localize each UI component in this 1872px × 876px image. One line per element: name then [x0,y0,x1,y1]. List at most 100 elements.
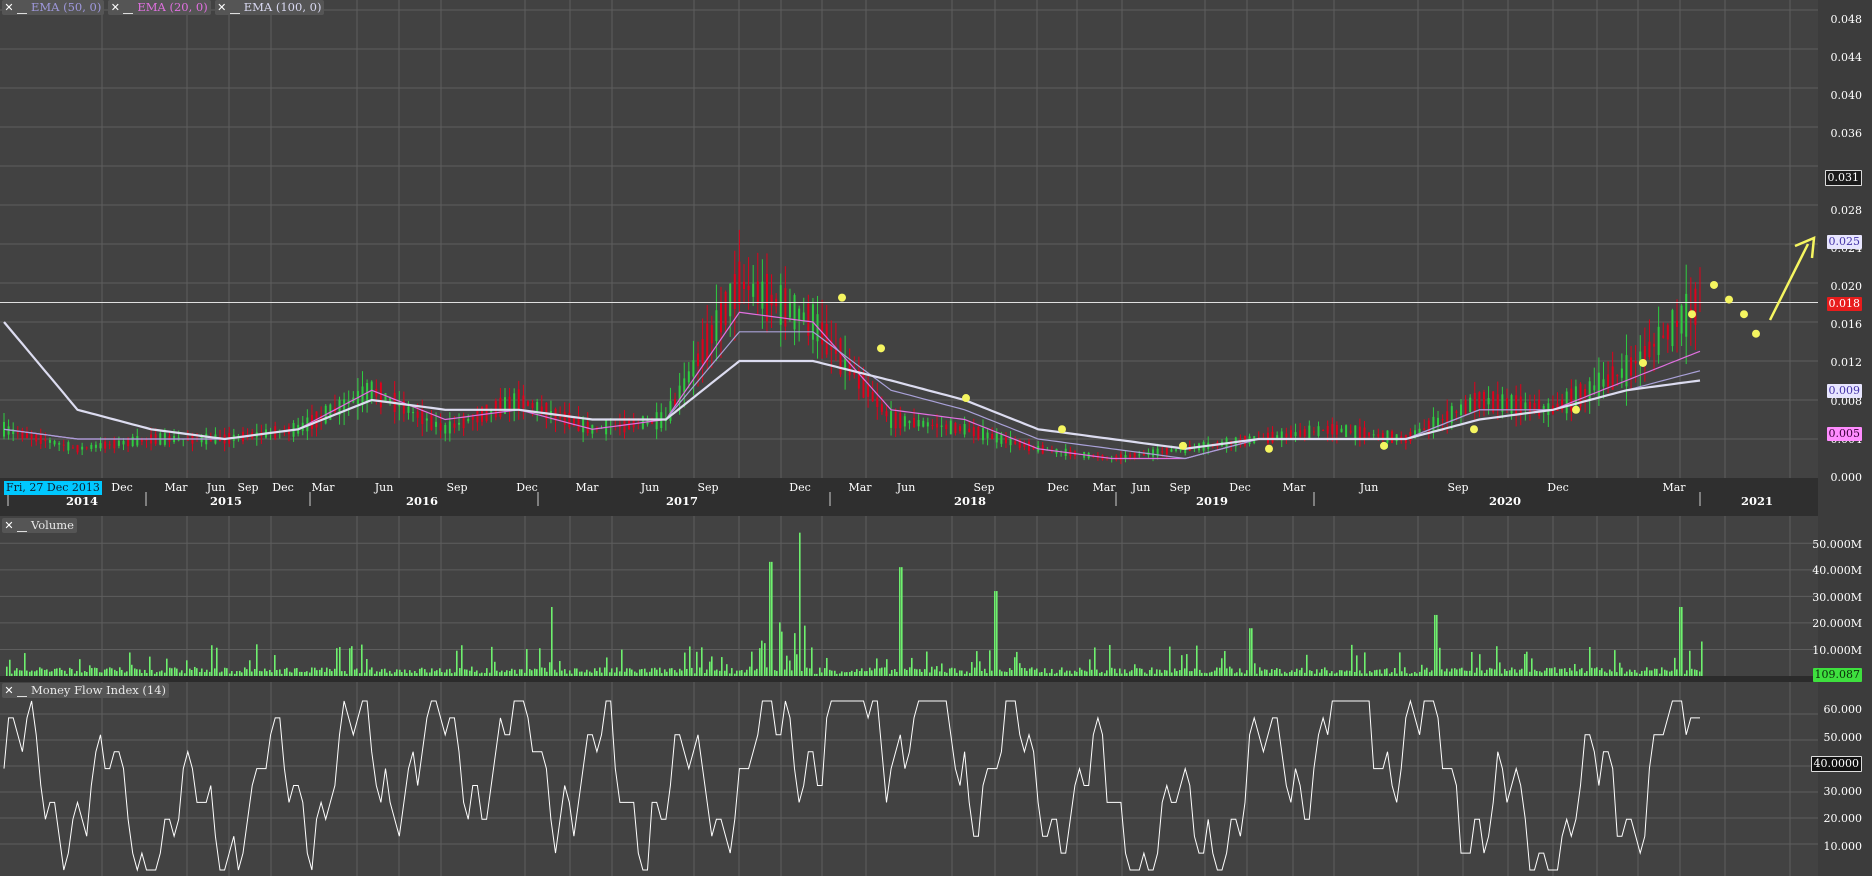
volume-bar [1446,668,1448,676]
volume-bar [246,669,248,676]
volume-bar [1336,672,1338,676]
candle-body [1312,431,1315,433]
volume-bar [49,671,51,676]
volume-bar [701,647,703,676]
volume-bar [146,672,148,676]
year-label: 2017 [666,494,698,508]
candle-body [1694,288,1697,325]
volume-bar [61,669,63,676]
annotation-dot [1265,444,1273,453]
price-tick: 0.044 [1830,51,1863,64]
volume-bar [576,668,578,676]
annotation-dot [1752,329,1760,338]
candle-body [582,418,585,433]
close-icon[interactable]: ✕ [216,1,228,14]
volume-bar [1576,671,1578,676]
volume-bar [284,668,286,676]
legend-mfi[interactable]: ✕ Money Flow Index (14) [2,683,170,698]
volume-bar [1054,673,1056,676]
volume-bar [796,654,798,676]
volume-bar [126,671,128,676]
volume-bar [1424,669,1426,676]
minimize-icon[interactable] [123,2,134,14]
volume-tick: 10.000M [1812,644,1862,657]
candle-body [1276,435,1279,438]
volume-bar [1151,667,1153,676]
volume-bar [96,668,98,676]
volume-tick: 30.000M [1812,591,1862,604]
volume-bar [1554,667,1556,676]
volume-bar [1499,662,1501,676]
volume-bar [101,672,103,676]
volume-bar [1494,669,1496,676]
volume-bar [1099,672,1101,676]
volume-bar [191,669,193,676]
volume-bar [1634,669,1636,676]
candle-body [1432,416,1435,432]
volume-bar [54,668,56,676]
close-icon[interactable]: ✕ [109,1,121,14]
volume-bar [1526,651,1528,676]
minimize-icon[interactable] [229,2,240,14]
volume-bar [789,660,791,676]
volume-bar [84,670,86,676]
close-icon[interactable]: ✕ [3,519,15,532]
volume-bar [226,668,228,676]
chart-canvas: Dec Mar Jun Sep Dec Mar Jun Sep Dec Mar Jun Sep Dec M… [0,0,1872,876]
volume-bar [169,667,171,676]
volume-bar [244,667,246,676]
candle-body [756,281,759,305]
volume-bar [1531,658,1533,676]
price-badge-031: 0.031 [1824,170,1862,186]
volume-bar [1059,669,1061,676]
volume-bar [194,666,196,676]
volume-bar [171,668,173,676]
volume-bar [339,647,341,676]
volume-bar [484,672,486,676]
candle-body [1349,430,1352,433]
minimize-icon[interactable] [17,685,27,697]
candle-body [1676,320,1679,327]
volume-bar [381,669,383,676]
volume-bar [984,668,986,676]
legend-ema20[interactable]: ✕ EMA (20, 0) [108,0,211,15]
volume-bar [899,567,901,676]
legend-ema50[interactable]: ✕ EMA (50, 0) [2,0,105,15]
volume-bar [1524,654,1526,676]
candle-body [1620,368,1623,378]
close-icon[interactable]: ✕ [3,1,15,14]
volume-bar [1176,671,1178,676]
ema100-value-badge: 0.009 [1826,384,1862,398]
volume-bar [871,670,873,676]
candle-body [416,411,419,418]
minimize-icon[interactable] [17,520,27,532]
candle-body [467,418,470,422]
volume-bar [1071,673,1073,676]
legend-volume[interactable]: ✕ Volume [2,518,77,533]
volume-bar [784,669,786,676]
volume-bar [1654,668,1656,676]
volume-bar [224,667,226,676]
candle-body [1152,449,1155,457]
volume-bar [1104,673,1106,676]
volume-bar [586,669,588,676]
month-label: Sep [973,481,994,494]
volume-bar [1666,670,1668,676]
mfi-line [3,699,1700,872]
close-icon[interactable]: ✕ [3,684,15,697]
volume-bar [764,643,766,676]
volume-bars [6,532,1703,676]
volume-bar [291,672,293,676]
candle-body [1666,325,1669,340]
volume-bar [879,668,881,676]
candle-body [936,423,939,428]
volume-bar [1146,673,1148,676]
volume-bar [1449,671,1451,676]
volume-bar [316,670,318,676]
volume-bar [451,673,453,676]
minimize-icon[interactable] [17,2,27,14]
panel-separator [0,676,1872,682]
volume-bar [1149,669,1151,676]
legend-ema100[interactable]: ✕ EMA (100, 0) [214,0,325,15]
volume-bar [1221,658,1223,676]
